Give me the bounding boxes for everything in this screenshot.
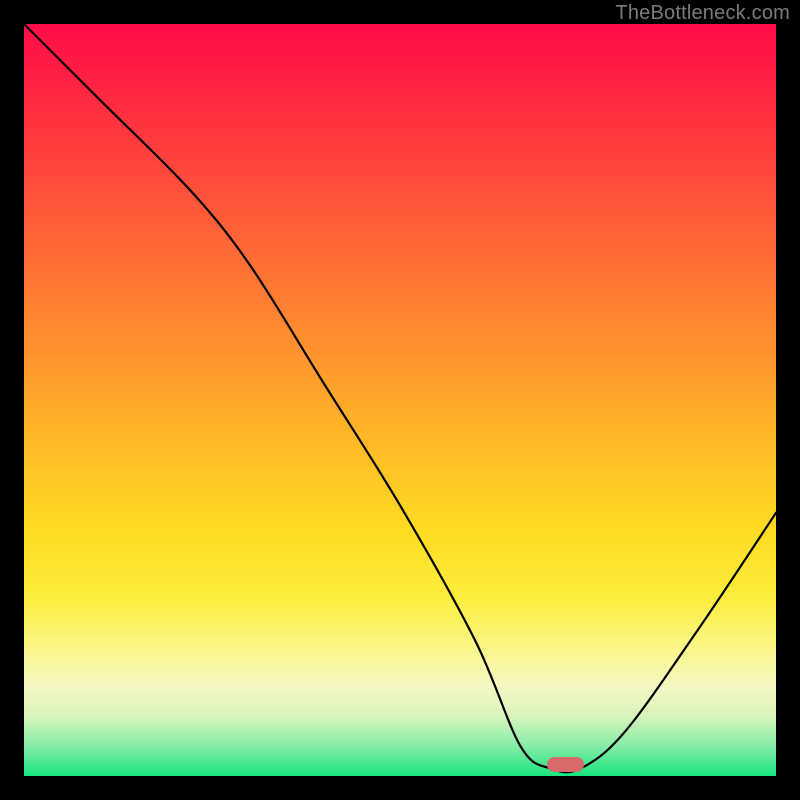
optimal-marker	[547, 757, 585, 772]
chart-plot-area	[24, 24, 776, 776]
watermark-text: TheBottleneck.com	[615, 2, 790, 25]
bottleneck-curve	[24, 24, 776, 776]
chart-frame: TheBottleneck.com	[0, 0, 800, 800]
